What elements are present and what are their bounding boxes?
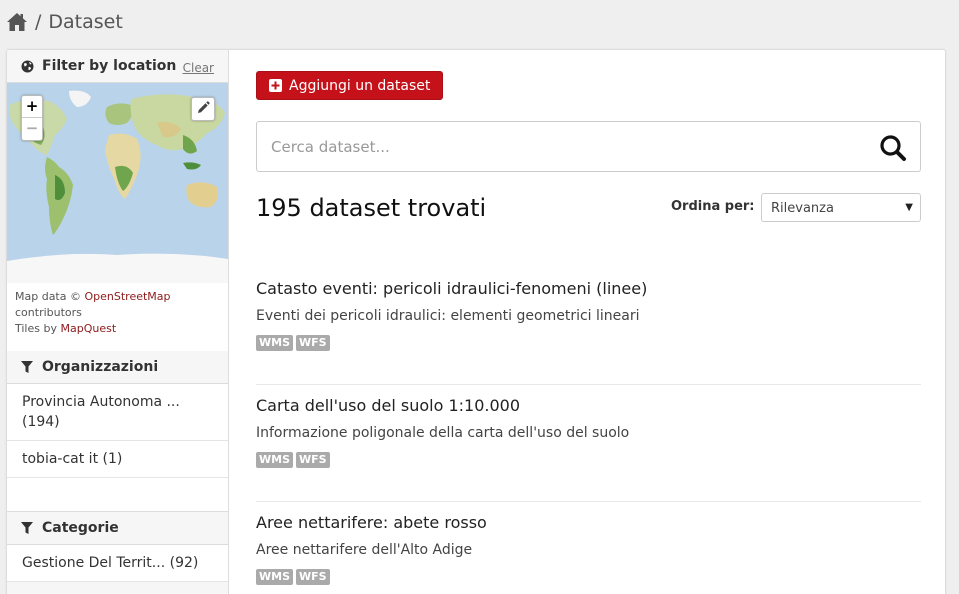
facet-item-count: (194)	[22, 414, 60, 430]
sort-selected-value: Rilevanza	[771, 201, 834, 216]
home-icon[interactable]	[6, 12, 28, 32]
format-badge[interactable]: WFS	[296, 452, 330, 468]
breadcrumb-current[interactable]: Dataset	[48, 11, 122, 33]
facet-item-category[interactable]: Gestione Del Territ... (92)	[7, 545, 228, 582]
main-content: Aggiungi un dataset 195 dataset trovati …	[256, 50, 921, 594]
location-filter-title: Filter by location	[42, 58, 177, 74]
organizations-heading: Organizzazioni	[7, 351, 228, 384]
location-map[interactable]: + −	[7, 83, 228, 283]
dataset-item: Aree nettarifere: abete rosso Aree netta…	[256, 502, 921, 594]
dataset-item: Carta dell'uso del suolo 1:10.000 Inform…	[256, 385, 921, 502]
clear-location-link[interactable]: Clear	[183, 61, 214, 75]
attribution-prefix: Map data ©	[15, 290, 81, 303]
dataset-description: Aree nettarifere dell'Alto Adige	[256, 542, 473, 558]
dataset-item: Catasto eventi: pericoli idraulici-fenom…	[256, 268, 921, 385]
facet-item-organization[interactable]: Provincia Autonoma ... (194)	[7, 384, 228, 441]
results-count: 195 dataset trovati	[256, 194, 487, 222]
dataset-formats: WMS WFS	[256, 452, 921, 468]
attribution-tiles-prefix: Tiles by	[15, 322, 57, 335]
breadcrumb-separator: /	[35, 11, 42, 33]
content-wrapper: Filter by location Clear + − Map data © …	[6, 49, 946, 594]
dataset-formats: WMS WFS	[256, 335, 921, 351]
plus-square-icon	[269, 79, 282, 92]
add-dataset-label: Aggiungi un dataset	[289, 77, 431, 94]
sort-select[interactable]: Rilevanza ▼	[761, 193, 921, 222]
location-filter-heading: Filter by location Clear	[7, 50, 228, 83]
pencil-icon	[196, 100, 210, 119]
add-dataset-button[interactable]: Aggiungi un dataset	[256, 71, 444, 100]
caret-down-icon: ▼	[905, 202, 913, 213]
organizations-title: Organizzazioni	[42, 359, 159, 375]
dataset-title[interactable]: Catasto eventi: pericoli idraulici-fenom…	[256, 279, 921, 299]
filter-icon	[21, 360, 34, 374]
filter-icon	[21, 521, 34, 535]
categories-list: Gestione Del Territ... (92)	[7, 545, 228, 582]
mapquest-link[interactable]: MapQuest	[60, 322, 116, 335]
organizations-list: Provincia Autonoma ... (194) tobia-cat i…	[7, 384, 228, 512]
zoom-out-button[interactable]: −	[22, 118, 42, 140]
format-badge[interactable]: WMS	[256, 569, 294, 585]
zoom-control: + −	[21, 95, 43, 141]
map-attribution: Map data © OpenStreetMap contributors Ti…	[7, 283, 228, 351]
categories-heading: Categorie	[7, 512, 228, 545]
facet-spacer	[7, 478, 228, 512]
dataset-formats: WMS WFS	[256, 569, 921, 585]
dataset-title[interactable]: Aree nettarifere: abete rosso	[256, 513, 921, 533]
attribution-contributors: contributors	[15, 306, 82, 319]
dataset-description: Informazione poligonale della carta dell…	[256, 425, 630, 441]
facet-item-organization[interactable]: tobia-cat it (1)	[7, 441, 228, 478]
sidebar: Filter by location Clear + − Map data © …	[7, 50, 229, 594]
draw-area-button[interactable]	[191, 97, 215, 121]
sort-label: Ordina per:	[671, 199, 755, 214]
format-badge[interactable]: WFS	[296, 569, 330, 585]
search-box	[256, 121, 921, 172]
facet-item-label: tobia-cat it	[22, 451, 99, 467]
categories-title: Categorie	[42, 520, 119, 536]
dataset-list: Catasto eventi: pericoli idraulici-fenom…	[256, 268, 921, 594]
breadcrumb: / Dataset	[6, 10, 123, 34]
format-badge[interactable]: WMS	[256, 452, 294, 468]
facet-item-count: (1)	[102, 451, 123, 467]
facet-item-label: Provincia Autonoma ...	[22, 394, 180, 410]
dataset-description: Eventi dei pericoli idraulici: elementi …	[256, 308, 640, 324]
search-input[interactable]	[271, 135, 851, 159]
facet-item-label: Gestione Del Territ...	[22, 555, 166, 571]
format-badge[interactable]: WMS	[256, 335, 294, 351]
zoom-in-button[interactable]: +	[22, 96, 42, 118]
openstreetmap-link[interactable]: OpenStreetMap	[84, 290, 170, 303]
search-icon[interactable]	[879, 134, 907, 162]
facet-item-count: (92)	[169, 555, 199, 571]
globe-icon	[21, 60, 34, 73]
format-badge[interactable]: WFS	[296, 335, 330, 351]
dataset-title[interactable]: Carta dell'uso del suolo 1:10.000	[256, 396, 921, 416]
